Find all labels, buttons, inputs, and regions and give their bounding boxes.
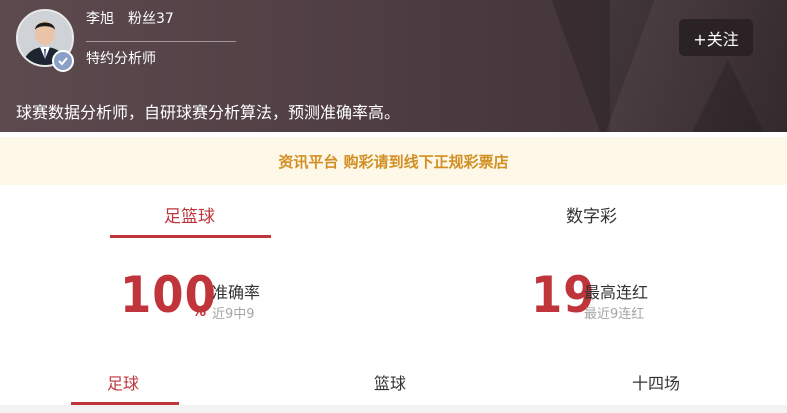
subtab-basketball[interactable]: 篮球 xyxy=(374,370,406,394)
streak-label: 最高连红 xyxy=(584,283,649,302)
profile-name: 李旭 xyxy=(86,11,114,27)
accuracy-label: 准确率 xyxy=(212,283,261,302)
active-tab-indicator xyxy=(110,235,271,238)
notice-banner: 资讯平台 购彩请到线下正规彩票店 xyxy=(0,137,787,185)
tab-football-basketball[interactable]: 足篮球 xyxy=(164,202,215,227)
subtab-fourteen-matches[interactable]: 十四场 xyxy=(632,370,680,394)
tab-digital-lottery[interactable]: 数字彩 xyxy=(566,202,617,227)
header-decoration xyxy=(688,60,768,132)
divider xyxy=(86,41,236,42)
profile-role: 特约分析师 xyxy=(86,51,156,67)
bottom-divider xyxy=(0,405,787,413)
fan-count: 粉丝37 xyxy=(128,11,174,27)
verified-badge-icon xyxy=(52,50,74,72)
follow-button[interactable]: +关注 xyxy=(679,19,753,56)
profile-intro: 球赛数据分析师，自研球赛分析算法，预测准确率高。 xyxy=(16,103,401,122)
accuracy-sub: 近9中9 xyxy=(212,307,255,322)
profile-header: 李旭 粉丝37 特约分析师 +关注 球赛数据分析师，自研球赛分析算法，预测准确率… xyxy=(0,0,787,132)
accuracy-unit: % xyxy=(192,304,207,320)
streak-sub: 最近9连红 xyxy=(584,307,645,322)
subtab-football[interactable]: 足球 xyxy=(107,370,139,394)
